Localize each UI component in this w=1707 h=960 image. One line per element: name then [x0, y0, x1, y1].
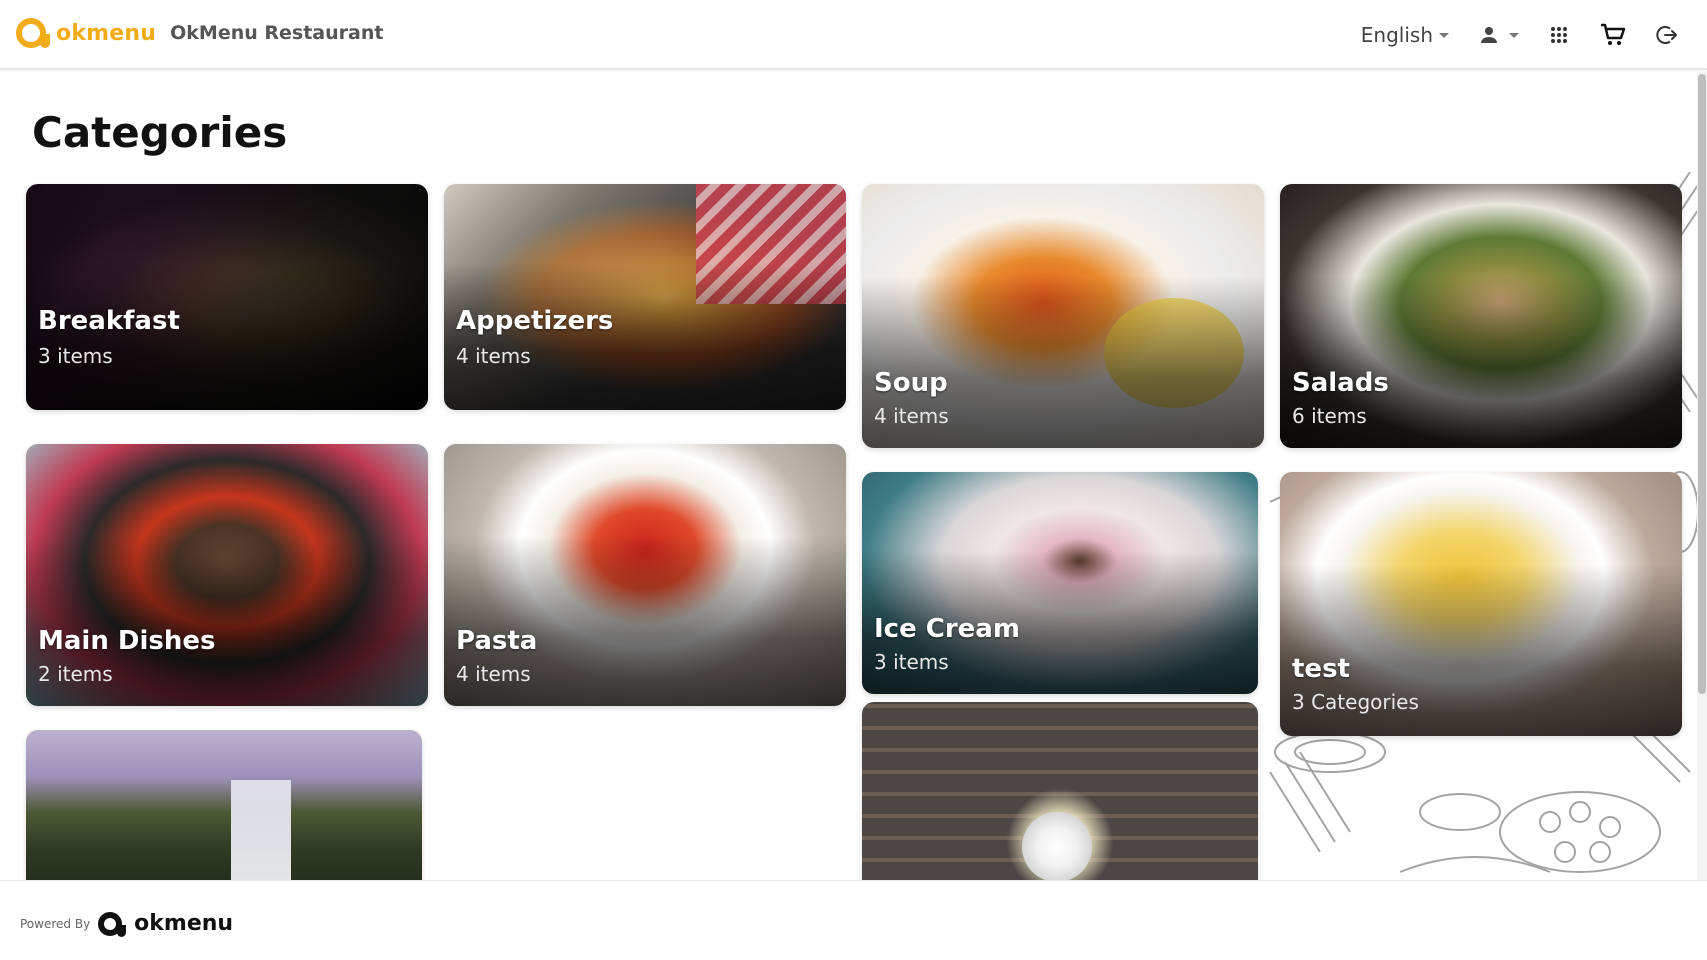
user-icon — [1475, 21, 1503, 49]
category-count: 3 items — [38, 344, 113, 368]
category-title: test — [1292, 654, 1350, 684]
page-title: Categories — [32, 108, 288, 157]
nav-right: English — [1361, 18, 1681, 52]
category-card-salads[interactable]: Salads 6 items — [1280, 184, 1682, 448]
powered-by-label: Powered By — [20, 916, 91, 931]
category-card-stone-wall[interactable] — [862, 702, 1258, 880]
top-navbar: okmenu OkMenu Restaurant English — [0, 0, 1707, 70]
chevron-down-icon — [1509, 32, 1519, 38]
logout-icon[interactable] — [1653, 21, 1681, 49]
category-title: Pasta — [456, 626, 538, 656]
chevron-down-icon — [1439, 32, 1449, 38]
vertical-scrollbar[interactable] — [1697, 72, 1707, 880]
restaurant-name: OkMenu Restaurant — [170, 22, 384, 44]
category-card-pasta[interactable]: Pasta 4 items — [444, 444, 846, 706]
category-title: Breakfast — [38, 306, 180, 336]
footer: Powered By okmenu — [0, 880, 1707, 960]
language-dropdown[interactable]: English — [1361, 23, 1449, 47]
category-count: 2 items — [38, 662, 113, 686]
category-count: 3 Categories — [1292, 690, 1419, 714]
category-card-appetizers[interactable]: Appetizers 4 items — [444, 184, 846, 410]
category-card-waterfall[interactable] — [26, 730, 422, 880]
category-title: Salads — [1292, 368, 1389, 398]
category-title: Appetizers — [456, 306, 614, 336]
category-card-breakfast[interactable]: Breakfast 3 items — [26, 184, 428, 410]
apps-grid-icon[interactable] — [1545, 21, 1573, 49]
category-card-test[interactable]: test 3 Categories — [1280, 472, 1682, 736]
brand-name: okmenu — [56, 20, 157, 46]
category-card-soup[interactable]: Soup 4 items — [862, 184, 1264, 448]
waterfall-photo — [26, 730, 422, 880]
main-content: Categories Breakfast 3 items Appetizers … — [0, 72, 1697, 880]
category-count: 4 items — [456, 344, 531, 368]
category-title: Soup — [874, 368, 948, 398]
category-card-ice-cream[interactable]: Ice Cream 3 items — [862, 472, 1258, 694]
category-card-main-dishes[interactable]: Main Dishes 2 items — [26, 444, 428, 706]
category-count: 6 items — [1292, 404, 1367, 428]
okmenu-logo-icon — [98, 911, 127, 937]
brand[interactable]: okmenu OkMenu Restaurant — [16, 18, 383, 48]
powered-by-okmenu[interactable]: Powered By okmenu — [20, 911, 234, 937]
category-title: Main Dishes — [38, 626, 216, 656]
category-count: 4 items — [874, 404, 949, 428]
user-menu-button[interactable] — [1475, 21, 1519, 49]
footer-brand: okmenu — [134, 911, 234, 936]
category-count: 3 items — [874, 650, 949, 674]
okmenu-logo-icon — [16, 18, 50, 48]
scroll-thumb[interactable] — [1698, 74, 1706, 694]
language-label: English — [1360, 23, 1433, 47]
category-title: Ice Cream — [874, 614, 1020, 644]
cart-icon[interactable] — [1599, 21, 1627, 49]
category-count: 4 items — [456, 662, 531, 686]
